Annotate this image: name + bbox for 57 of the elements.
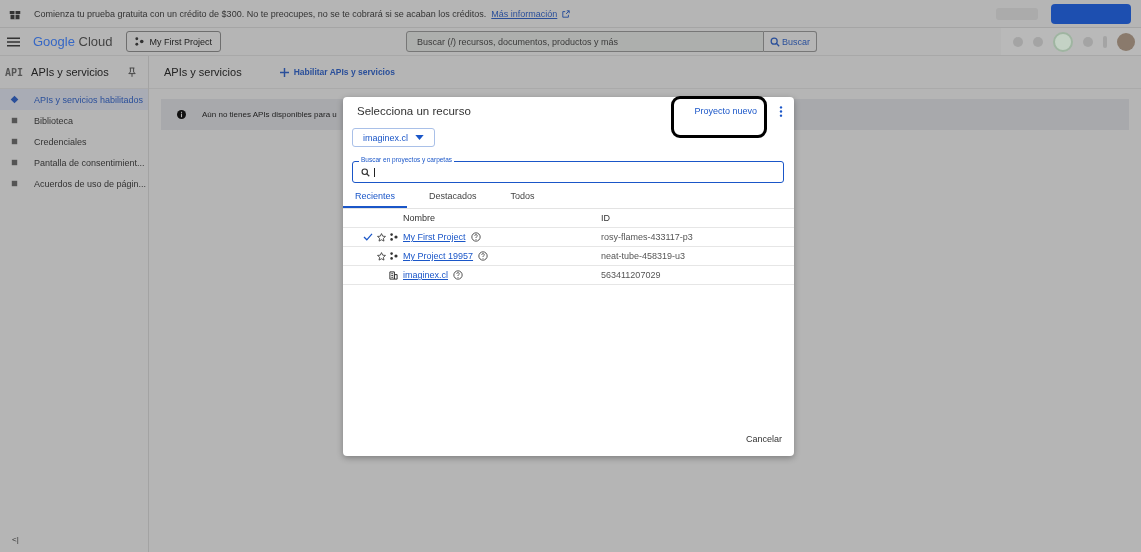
menu-icon[interactable] <box>7 36 20 47</box>
plus-icon <box>279 67 289 77</box>
resource-link[interactable]: My First Project <box>403 232 466 242</box>
column-header: Nombre <box>403 213 436 223</box>
star-icon[interactable] <box>377 251 386 261</box>
nav-icon <box>10 116 19 125</box>
table-cell: 563411207029 <box>601 270 661 280</box>
project-icon <box>134 37 144 46</box>
search-icon <box>361 167 370 177</box>
info-icon <box>177 110 186 119</box>
enable-apis-link[interactable]: Habilitar APIs y servicios <box>279 67 395 77</box>
tab[interactable]: Todos <box>498 185 547 208</box>
blurred-primary-button[interactable] <box>1051 3 1131 24</box>
pin-icon[interactable] <box>128 67 136 77</box>
project-picker-button[interactable]: My First Project <box>125 31 222 52</box>
sidebar-item[interactable]: Credenciales <box>0 131 148 152</box>
more-info-link[interactable]: Más información <box>491 8 558 19</box>
page-title: APIs y servicios <box>164 66 242 78</box>
dialog-title: Selecciona un recurso <box>357 105 471 117</box>
tab[interactable]: Recientes <box>343 185 408 208</box>
sidebar-item[interactable]: Acuerdos de uso de págin... <box>0 173 148 194</box>
sidebar-item[interactable]: APIs y servicios habilitados <box>0 89 148 110</box>
building-icon <box>389 270 398 280</box>
avatar[interactable] <box>1117 32 1135 51</box>
table-cell: rosy-flames-433117-p3 <box>601 232 693 242</box>
table-cell: neat-tube-458319-u3 <box>601 251 686 261</box>
star-icon[interactable] <box>377 232 386 242</box>
project-icon <box>390 252 398 260</box>
resource-link[interactable]: imaginex.cl <box>403 270 449 280</box>
organization-dropdown[interactable]: imaginex.cl <box>352 128 436 147</box>
sidebar-title: APIs y servicios <box>31 66 110 78</box>
nav-icon <box>10 137 19 146</box>
nav-icon <box>10 95 19 104</box>
tab[interactable]: Destacados <box>417 185 489 208</box>
collapse-toggle[interactable]: <| <box>0 535 148 552</box>
resource-link[interactable]: My Project 19957 <box>403 251 474 261</box>
search-button[interactable]: Buscar <box>764 31 818 52</box>
search-icon <box>770 36 781 47</box>
nav-icon <box>10 158 19 167</box>
project-icon <box>390 233 398 241</box>
help-icon[interactable] <box>470 232 481 242</box>
search-field[interactable]: Buscar (/) recursos, documentos, productos y más <box>406 31 765 52</box>
cancel-button[interactable]: Cancelar <box>745 432 782 446</box>
sidebar-item[interactable]: Biblioteca <box>0 110 148 131</box>
sidebar-item[interactable]: Pantalla de consentimient... <box>0 152 148 173</box>
external-link-icon <box>562 9 571 18</box>
banner-text: Comienza tu prueba gratuita con un crédito de $300. No te preocupes, no se te cobrará si se acaban los créditos. <box>34 8 487 19</box>
help-icon[interactable] <box>453 270 464 280</box>
more-icon[interactable] <box>779 105 783 117</box>
notice-text: Aún no tienes APIs disponibles para u <box>202 110 337 119</box>
new-project-link[interactable]: Proyecto nuevo <box>694 106 757 116</box>
help-icon[interactable] <box>478 251 489 261</box>
google-cloud-logo[interactable]: Google Cloud <box>33 34 113 49</box>
column-header: ID <box>601 213 610 223</box>
nav-icon <box>10 179 19 188</box>
api-label: API <box>5 66 24 78</box>
caret-icon <box>415 135 425 140</box>
